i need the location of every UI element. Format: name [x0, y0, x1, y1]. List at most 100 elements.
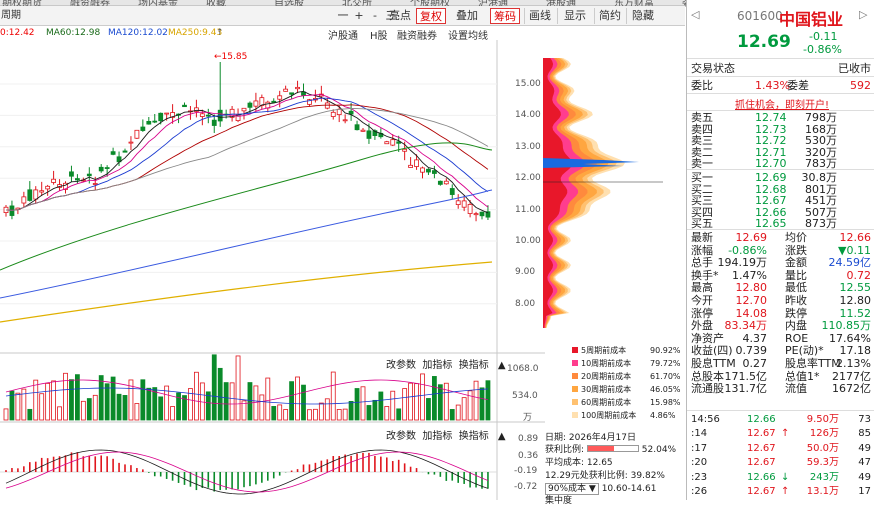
adjust-button[interactable]: 复权 [416, 8, 446, 24]
legend-swatch [572, 399, 578, 405]
volume-bar [348, 400, 354, 421]
macd-edit-params[interactable]: 改参数 [386, 431, 416, 442]
hide-button[interactable]: 隐藏 [628, 8, 658, 24]
volume-bar [437, 384, 443, 421]
stat-value: 12.80 [735, 281, 768, 295]
vol-up-icon[interactable]: ▲ [498, 360, 506, 371]
candle-body [295, 86, 300, 90]
volume-bar [324, 398, 330, 421]
chip-profit-row: 获利比例: 52.04% [545, 442, 676, 455]
legend-swatch [572, 373, 578, 379]
volume-bar [69, 379, 74, 421]
candle-body [21, 196, 27, 204]
stat-row: 总手 194.19万 金额 24.59亿 [687, 256, 874, 269]
volume-bar [336, 409, 342, 421]
stat-label: 总股本 [691, 369, 724, 383]
stat-label: 今开 [691, 294, 713, 307]
vol-add-indicator[interactable]: 加指标 [422, 360, 452, 371]
stat-label-2: 昨收 [785, 294, 807, 307]
candle-body [330, 111, 336, 117]
stat-value-2: 12.55 [839, 281, 872, 295]
stat-value-2: 1672亿 [832, 382, 871, 396]
volume-bar [307, 409, 312, 421]
tick-volume: 243万 [809, 471, 839, 483]
chip-legend-item: 30周期前成本 46.05% [572, 384, 681, 395]
vol-switch-indicator[interactable]: 换指标 [459, 360, 489, 371]
stat-value: 14.08 [735, 306, 768, 320]
volume-bar [253, 385, 259, 421]
legend-label: 5周期前成本 [581, 346, 627, 355]
volume-bar [414, 383, 419, 421]
volume-bar [455, 404, 461, 421]
highlight-button[interactable]: 亮点 [386, 8, 414, 24]
weicha-label: 委差 [787, 79, 809, 92]
toolbar-mark-1[interactable]: 一 [336, 8, 350, 24]
volume-bar [360, 386, 366, 421]
tick-row: :26 12.67 ↑ 13.1万 17 [687, 485, 874, 498]
stat-label: 净资产 [691, 331, 724, 345]
volume-bar [51, 380, 56, 421]
stock-name: 中国铝业 [779, 10, 844, 29]
stat-value: 4.37 [742, 331, 768, 345]
stat-row: 最高 12.80 最低 12.55 [687, 281, 874, 294]
tick-time: :20 [691, 457, 708, 469]
volume-bar [223, 382, 229, 421]
forward-icon[interactable]: ▷ [859, 8, 867, 21]
macd-up-icon[interactable]: ▲ [498, 431, 506, 442]
tick-volume: 9.50万 [806, 414, 839, 425]
chip-distribution [543, 58, 663, 328]
vol-edit-params[interactable]: 改参数 [386, 360, 416, 371]
draw-button[interactable]: 画线 [526, 8, 554, 24]
tick-price: 12.66 [747, 471, 776, 483]
macd-axis-2: -0.19 [514, 466, 538, 476]
promo-link[interactable]: 抓住机会，即刻开户! [735, 96, 829, 111]
tick-time: :23 [691, 471, 708, 483]
price-axis-label: 13.00 [515, 141, 541, 152]
candle-body [336, 108, 342, 116]
back-icon[interactable]: ◁ [691, 8, 699, 21]
stat-label-2: 最低 [785, 281, 807, 295]
candle-body [360, 129, 366, 132]
overlay-button[interactable]: 叠加 [452, 8, 482, 24]
tick-time: :26 [691, 486, 708, 497]
stat-label: 总手 [691, 256, 713, 270]
stat-label-2: 流值 [785, 382, 807, 396]
vol-axis-top: 1068.0 [507, 364, 539, 374]
chip-button[interactable]: 筹码 [490, 8, 520, 24]
stat-value: -0.86% [728, 243, 767, 257]
period-label[interactable]: 周期 [0, 8, 22, 24]
volume-bar [485, 380, 491, 421]
stat-value: 131.7亿 [724, 382, 768, 396]
tick-volume: 59.3万 [806, 457, 839, 469]
toolbar-mark-2[interactable]: + [352, 8, 366, 24]
legend-label: 30周期前成本 [581, 385, 632, 394]
stat-value-2: 17.18 [839, 344, 872, 358]
candle-body [354, 124, 360, 131]
ma-line [5, 108, 489, 211]
display-button[interactable]: 显示 [560, 8, 590, 24]
candle-body [402, 148, 408, 152]
candle-body [384, 141, 390, 145]
stat-value-2: 0.72 [846, 268, 872, 282]
moving-averages [0, 90, 493, 323]
volume-bar [104, 383, 110, 421]
volume-bar [384, 406, 390, 421]
candle-body [33, 189, 39, 200]
tick-count: 49 [858, 442, 871, 454]
macd-add-indicator[interactable]: 加指标 [422, 431, 452, 442]
candle-body [110, 151, 116, 155]
candle-body [27, 189, 33, 201]
simple-button[interactable]: 简约 [596, 8, 624, 24]
ma-line [5, 104, 489, 211]
volume-bar [426, 398, 431, 421]
volume-bar [110, 376, 116, 421]
stat-value-2: 17.64% [829, 331, 871, 345]
quote-panel: ◁ 601600 中国铝业 ▷ 12.69 -0.11 -0.86% 交易状态 … [686, 0, 874, 500]
legend-swatch [572, 360, 578, 366]
macd-switch-indicator[interactable]: 换指标 [459, 431, 489, 442]
tick-volume: 126万 [809, 428, 839, 440]
chart-toolbar: 周期 一 + - 三 亮点 复权 叠加 筹码 画线 显示 简约 隐藏 [0, 6, 685, 26]
toolbar-mark-3[interactable]: - [368, 8, 382, 24]
candle-body [455, 200, 461, 205]
legend-pct: 4.86% [650, 411, 676, 420]
